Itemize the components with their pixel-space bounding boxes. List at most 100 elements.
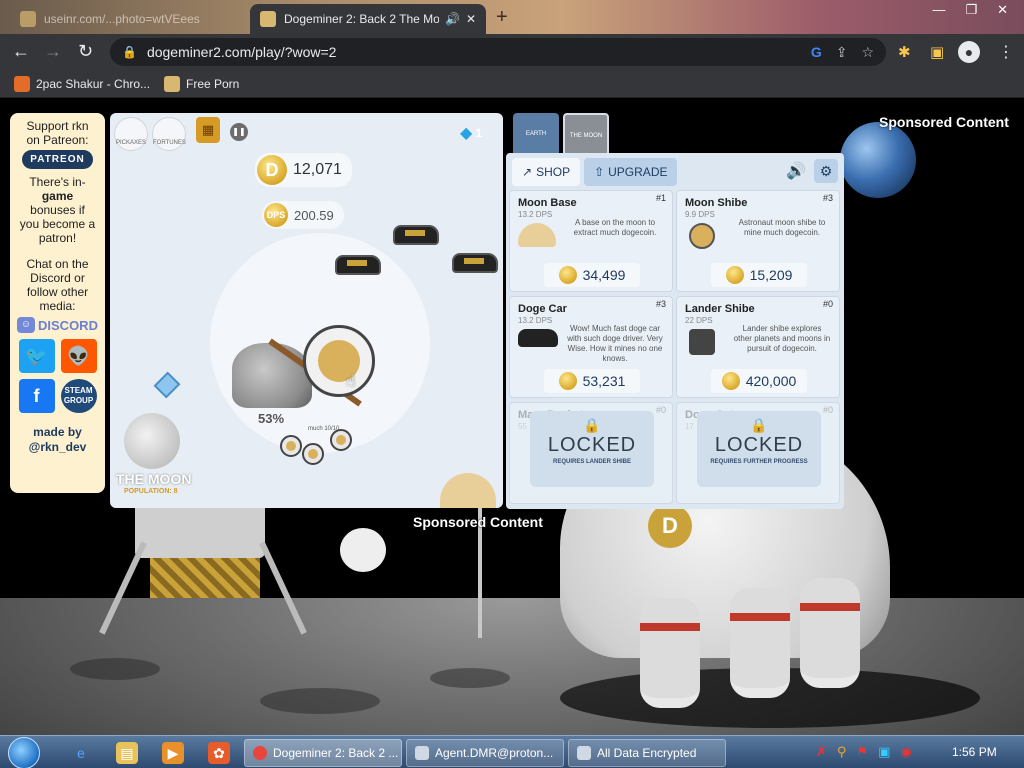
made-by-line: made by (33, 425, 82, 439)
padlock-icon: 🔒 (583, 417, 601, 433)
support-line: Support rkn (26, 119, 89, 133)
dogecoin-emblem-icon: D (648, 504, 692, 548)
close-window-icon[interactable]: ✕ (997, 2, 1008, 18)
bookmark-item[interactable]: 2pac Shakur - Chro... (14, 76, 150, 92)
new-tab-icon[interactable]: + (496, 6, 508, 29)
reddit-icon[interactable]: 👽 (60, 339, 97, 373)
tab-upgrade[interactable]: ⇧ UPGRADE (584, 158, 678, 186)
shop-item-doge-car[interactable]: Doge Car #3 13.2 DPS Wow! Much fast doge… (509, 296, 673, 398)
taskbar-window-mail[interactable]: Agent.DMR@proton... (406, 739, 564, 767)
minimize-icon[interactable]: — (932, 2, 945, 18)
dogecoin-icon (725, 266, 744, 284)
file-explorer-icon[interactable]: ▤ (116, 742, 138, 764)
coin-counter: D 12,071 (255, 153, 352, 187)
astronaut-shibe-helmet[interactable] (303, 325, 375, 397)
shop-item-lander-shibe[interactable]: Lander Shibe #0 22 DPS Lander shibe expl… (676, 296, 840, 398)
bookmark-item[interactable]: Free Porn (164, 76, 239, 92)
shop-item-moon-base[interactable]: Moon Base #1 13.2 DPS A base on the moon… (509, 190, 673, 292)
tray-monitor-icon[interactable]: ▣ (878, 744, 890, 760)
sponsored-content-label[interactable]: Sponsored Content (879, 114, 1009, 130)
crystal-icon[interactable] (153, 371, 181, 399)
side-panel-icon[interactable]: ▣ (930, 43, 944, 61)
internet-explorer-icon[interactable]: e (70, 742, 92, 764)
pickaxes-button[interactable]: PICKAXES (114, 117, 148, 151)
locked-overlay: 🔒 LOCKED REQUIRES FURTHER PROGRESS (697, 411, 821, 487)
lock-icon[interactable]: 🔒 (122, 45, 137, 59)
patreon-button[interactable]: PATREON (22, 150, 93, 169)
buy-button[interactable]: 15,209 (711, 263, 807, 287)
media-player-icon[interactable]: ▶ (162, 742, 184, 764)
taskbar-window-label: Agent.DMR@proton... (435, 746, 554, 760)
moon-rock[interactable] (232, 343, 312, 408)
made-by-credit[interactable]: made by @rkn_dev (10, 425, 105, 455)
tab-shop[interactable]: ↗ SHOP (512, 158, 581, 186)
speaker-icon[interactable]: 🔊 (445, 12, 460, 26)
game-canvas[interactable]: PICKAXES FORTUNES ▦ ❚❚ ◆ 1 D 12,071 DPS … (110, 113, 503, 508)
locked-label: LOCKED (547, 434, 637, 456)
restore-icon[interactable]: ❐ (965, 2, 977, 18)
gems-counter[interactable]: ◆ 1 (460, 123, 482, 143)
share-icon[interactable]: ⇪ (836, 44, 848, 61)
start-button-icon[interactable] (8, 737, 40, 768)
buy-button[interactable]: 53,231 (544, 369, 640, 393)
item-dps: 13.2 DPS (518, 316, 553, 325)
buy-button[interactable]: 34,499 (544, 263, 640, 287)
buy-button[interactable]: 420,000 (711, 369, 807, 393)
taskbar-clock[interactable]: 1:56 PM (952, 745, 997, 759)
planet-tab-earth[interactable]: EARTH (513, 113, 559, 155)
google-icon[interactable]: G (811, 44, 822, 61)
tray-tool-icon[interactable]: ✗ (816, 744, 827, 760)
taskbar-window-chrome[interactable]: Dogeminer 2: Back 2 ... (244, 739, 402, 767)
address-bar[interactable]: 🔒 dogeminer2.com/play/?wow=2 G ⇪ ☆ (110, 38, 886, 66)
profile-avatar-icon[interactable]: ● (958, 41, 980, 63)
steam-group-icon[interactable]: STEAM GROUP (60, 379, 97, 413)
gift-box-icon[interactable]: ▦ (196, 117, 220, 143)
tray-record-icon[interactable]: ◉ (900, 744, 911, 760)
earth-image (840, 122, 916, 198)
back-icon[interactable]: ← (12, 41, 30, 62)
social-row: f STEAM GROUP (10, 379, 105, 413)
planet-tab-label: EARTH (525, 131, 547, 137)
pause-icon[interactable]: ❚❚ (230, 123, 248, 141)
browser-tab[interactable]: useinr.com/...photo=wtVEees (10, 4, 250, 34)
social-row: 🐦 👽 (10, 339, 105, 373)
browser-tab-active[interactable]: Dogeminer 2: Back 2 The Mo 🔊 ✕ (250, 4, 486, 34)
dogecoin-icon (558, 266, 577, 284)
forward-icon[interactable]: → (44, 41, 62, 62)
planet-tab-label: THE MOON (569, 133, 603, 139)
close-tab-icon[interactable]: ✕ (466, 12, 476, 26)
gems-value: 1 (475, 126, 482, 140)
chat-line: Discord or (30, 271, 85, 285)
bonus-line: patron! (38, 231, 77, 245)
moon-base-icon (518, 223, 556, 247)
bookmark-star-icon[interactable]: ☆ (861, 44, 874, 61)
sponsored-content-label[interactable]: Sponsored Content (413, 514, 543, 530)
discord-link[interactable]: ☺ DISCORD (10, 317, 105, 333)
menu-kebab-icon[interactable]: ⋮ (998, 42, 1014, 62)
chat-text: Chat on the Discord or follow other medi… (10, 257, 105, 313)
extensions-icon[interactable]: ✱ (898, 43, 911, 61)
planet-tab-moon[interactable]: THE MOON (563, 113, 609, 155)
shop-item-mars-rocket[interactable]: Mars Rocket #0 55 🔒 LOCKED REQUIRES LAND… (509, 402, 673, 504)
dog-stripe (730, 613, 790, 621)
doge-car (393, 225, 439, 245)
gear-icon[interactable]: ⚙ (814, 159, 838, 183)
reload-icon[interactable]: ↻ (78, 41, 93, 62)
fortunes-button[interactable]: FORTUNES (152, 117, 186, 151)
locked-requirement: REQUIRES FURTHER PROGRESS (710, 459, 808, 465)
shop-item-moon-shibe[interactable]: Moon Shibe #3 9.9 DPS Astronaut moon shi… (676, 190, 840, 292)
chat-line: Chat on the (26, 257, 89, 271)
taskbar-window-encrypted[interactable]: All Data Encrypted (568, 739, 726, 767)
item-price: 34,499 (582, 267, 626, 283)
dogecoin-icon (558, 372, 577, 390)
sound-icon[interactable]: 🔊 (786, 161, 806, 183)
made-by-line: @rkn_dev (28, 440, 87, 454)
tray-search-icon[interactable]: ⚲ (837, 744, 847, 760)
item-description: Lander shibe explores other planets and … (733, 324, 831, 353)
shop-item-doge-gate[interactable]: Doge Gate #0 17 🔒 LOCKED REQUIRES FURTHE… (676, 402, 840, 504)
bonus-text: There's in- game bonuses if you become a… (10, 175, 105, 245)
tray-flag-icon[interactable]: ⚑ (856, 744, 868, 760)
twitter-icon[interactable]: 🐦 (18, 339, 55, 373)
app-icon[interactable]: ✿ (208, 742, 230, 764)
facebook-icon[interactable]: f (18, 379, 55, 413)
